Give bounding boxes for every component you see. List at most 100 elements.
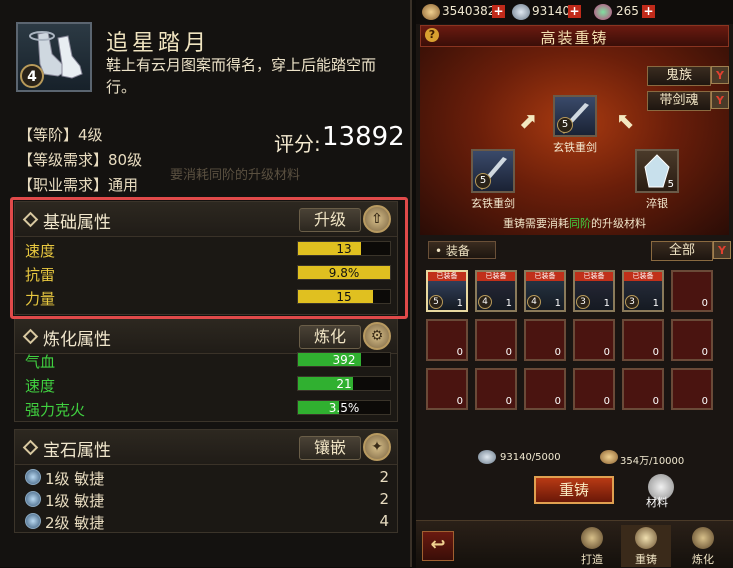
attribute-name: 气血 — [25, 353, 56, 371]
gem-text: 1级 敏捷 — [45, 470, 105, 488]
material-slot[interactable]: 5 — [635, 149, 679, 193]
refine-button[interactable]: 炼化 — [299, 325, 361, 349]
equipment-filter-dropdown[interactable]: 全部 — [651, 241, 713, 261]
equipment-cell[interactable]: 0 — [622, 368, 664, 410]
material-label[interactable]: 材料 — [646, 494, 668, 510]
refine-attributes-section: 炼化属性 炼化 ⚙ 气血 392 速度 21 强力克火 3.5% — [14, 318, 398, 422]
source-item-slot[interactable]: 5 — [471, 149, 515, 193]
race-filter-dropdown[interactable]: 鬼族 — [647, 66, 711, 86]
cell-count: 1 — [505, 298, 512, 309]
attribute-row: 强力克火 3.5% — [15, 397, 397, 419]
silver-amount: 3540382 — [442, 4, 496, 18]
cell-count: 1 — [652, 298, 659, 309]
item-name: 追星踏月 — [106, 31, 211, 56]
hammer-icon — [581, 527, 603, 549]
add-gold-button[interactable]: + — [568, 5, 581, 18]
cell-level-badge: 4 — [527, 295, 541, 309]
equipment-cell[interactable]: 0 — [475, 319, 517, 361]
inlay-gem-icon[interactable]: ✦ — [363, 433, 391, 461]
refine-gear-icon[interactable]: ⚙ — [363, 322, 391, 350]
forge-hint: 重铸需要消耗同阶的升级材料 — [503, 217, 646, 230]
equipment-cell[interactable]: 0 — [524, 319, 566, 361]
tab-refine-label: 炼化 — [692, 553, 714, 566]
add-silver-button[interactable]: + — [492, 5, 505, 18]
highlight-box — [10, 197, 408, 319]
equipment-filter-icon[interactable]: Y — [713, 241, 731, 259]
forge-title: 高装重铸 — [540, 29, 609, 47]
gem-count: 2 — [379, 490, 389, 508]
equipped-tag: 已装备 — [575, 272, 613, 281]
anvil-icon — [635, 527, 657, 549]
equipment-cell[interactable]: 已装备 3 1 — [573, 270, 615, 312]
equipment-cell[interactable]: 已装备 4 1 — [475, 270, 517, 312]
item-level-badge: 4 — [20, 64, 44, 88]
attribute-bar: 392 — [297, 352, 391, 367]
cell-count: 0 — [701, 298, 708, 309]
tab-recast-label: 重铸 — [635, 553, 657, 566]
equipment-cell[interactable]: 0 — [573, 319, 615, 361]
cell-count: 0 — [456, 347, 463, 358]
cell-count: 0 — [701, 347, 708, 358]
cell-count: 0 — [505, 347, 512, 358]
equipment-cell[interactable]: 已装备 4 1 — [524, 270, 566, 312]
gem-attributes-section: 宝石属性 镶嵌 ✦ 1级 敏捷 2 1级 敏捷 2 2级 敏捷 4 — [14, 429, 398, 533]
equipment-cell[interactable]: 0 — [671, 368, 713, 410]
cell-count: 0 — [652, 396, 659, 407]
score-value: 13892 — [322, 122, 405, 152]
gold-ingot-icon — [512, 4, 530, 20]
equipment-cell[interactable]: 0 — [426, 319, 468, 361]
gem-text: 1级 敏捷 — [45, 492, 105, 510]
cell-level-badge: 3 — [576, 295, 590, 309]
back-button[interactable]: ↩ — [422, 531, 454, 561]
tab-forge[interactable]: 打造 — [567, 525, 617, 567]
furnace-icon — [692, 527, 714, 549]
attribute-value: 3.5% — [328, 401, 360, 415]
equipment-cell[interactable]: 已装备 5 1 — [426, 270, 468, 312]
tab-recast[interactable]: 重铸 — [621, 525, 671, 567]
score-label: 评分: — [274, 132, 321, 156]
right-arrow-icon: ⬉ — [616, 109, 635, 134]
cell-count: 0 — [603, 347, 610, 358]
equipment-cell[interactable]: 0 — [671, 319, 713, 361]
add-gem-button[interactable]: + — [642, 5, 655, 18]
equipment-cell[interactable]: 0 — [524, 368, 566, 410]
sword-soul-filter-icon[interactable]: Y — [711, 91, 729, 109]
equipment-grid: 已装备 5 1 已装备 4 1 已装备 4 1 已装备 3 1 已装备 3 1 0 0 0 0 0 0 0 0 0 0 0 0 0 — [426, 270, 726, 420]
inlay-button[interactable]: 镶嵌 — [299, 436, 361, 460]
silver-cost: 93140/5000 — [500, 452, 561, 463]
equipment-cell[interactable]: 0 — [671, 270, 713, 312]
cell-count: 0 — [554, 347, 561, 358]
cell-count: 0 — [456, 396, 463, 407]
target-item-slot[interactable]: 5 — [553, 95, 597, 137]
attribute-name: 强力克火 — [25, 401, 86, 419]
attribute-value: 21 — [336, 377, 352, 391]
gem-icon — [25, 469, 41, 485]
cell-count: 1 — [456, 298, 463, 309]
tab-refine[interactable]: 炼化 — [678, 525, 728, 567]
cell-count: 0 — [505, 396, 512, 407]
silver-cost-icon — [478, 450, 496, 464]
forge-panel: 3540382 + 93140 + 265 + ? 高装重铸 鬼族 Y 带剑魂 … — [416, 0, 733, 568]
cell-count: 0 — [554, 396, 561, 407]
equipment-cell[interactable]: 0 — [475, 368, 517, 410]
equipment-cell[interactable]: 0 — [622, 319, 664, 361]
item-detail-panel: 4 追星踏月 鞋上有云月图案而得名，穿上后能踏空而行。 【等阶】4级 【等级需求… — [0, 0, 412, 567]
resource-bar: 3540382 + 93140 + 265 + — [416, 0, 733, 24]
sword-soul-filter-dropdown[interactable]: 带剑魂 — [647, 91, 711, 111]
attribute-row: 速度 21 — [15, 373, 397, 395]
source-item-name: 玄铁重剑 — [471, 197, 515, 210]
gem-icon — [25, 513, 41, 529]
race-filter-icon[interactable]: Y — [711, 66, 729, 84]
cell-count: 0 — [603, 396, 610, 407]
forge-title-bar: ? 高装重铸 — [420, 25, 729, 47]
equipment-cell[interactable]: 0 — [426, 368, 468, 410]
material-name: 淬银 — [646, 197, 668, 210]
silver-ingot-icon — [422, 4, 440, 20]
item-description: 鞋上有云月图案而得名，穿上后能踏空而行。 — [106, 56, 377, 96]
recast-button[interactable]: 重铸 — [534, 476, 614, 504]
equipment-cell[interactable]: 0 — [573, 368, 615, 410]
gold-amount: 93140 — [532, 4, 571, 18]
equipment-cell[interactable]: 已装备 3 1 — [622, 270, 664, 312]
gem-amount: 265 — [616, 4, 639, 18]
cell-count: 1 — [603, 298, 610, 309]
